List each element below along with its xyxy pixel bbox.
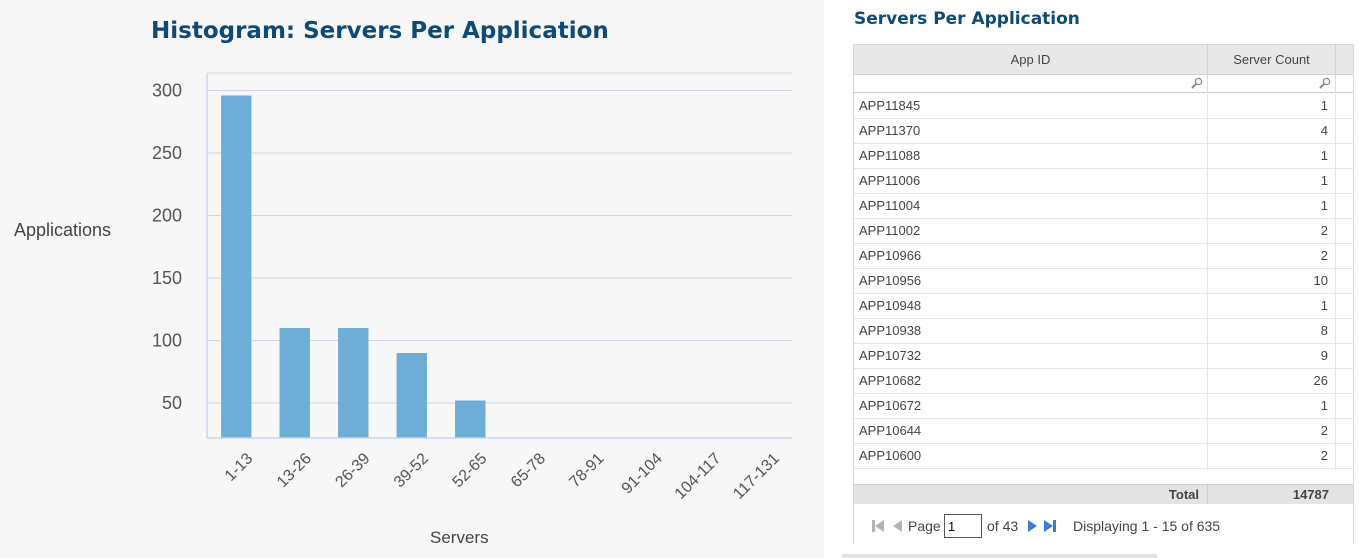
grid-panel: Servers Per Application App ID Server Co…	[842, 0, 1368, 558]
app-id-cell: APP10938	[854, 319, 1208, 343]
histogram-bar[interactable]	[221, 95, 252, 439]
page-count: of 43	[987, 518, 1019, 534]
server-count-cell: 10	[1208, 269, 1336, 293]
x-tick-label: 13-26	[274, 450, 315, 491]
app-id-cell: APP10956	[854, 269, 1208, 293]
table-row[interactable]: APP10644 2	[854, 419, 1353, 444]
server-count-cell: 9	[1208, 344, 1336, 368]
server-count-cell: 1	[1208, 144, 1336, 168]
column-header-app-id[interactable]: App ID	[854, 45, 1208, 75]
filter-cell-server-count	[1208, 75, 1336, 92]
magnifier-icon[interactable]	[1191, 77, 1203, 89]
app-id-cell: APP10644	[854, 419, 1208, 443]
histogram-chart: 50 100 150 200 250 300 1-13 13-26 26-39 39-52 52-6…	[152, 72, 792, 503]
y-tick-label: 250	[152, 143, 182, 163]
table-row[interactable]: APP10938 8	[854, 319, 1353, 344]
table-row[interactable]: APP10600 2	[854, 444, 1353, 469]
app-id-filter-input[interactable]	[854, 75, 1207, 92]
table-row[interactable]: APP10682 26	[854, 369, 1353, 394]
histogram-bar[interactable]	[396, 353, 427, 438]
table-row[interactable]: APP10956 10	[854, 269, 1353, 294]
filter-row	[854, 75, 1353, 93]
server-count-cell: 2	[1208, 219, 1336, 243]
x-tick-label: 52-65	[449, 450, 490, 491]
app-id-cell: APP10966	[854, 244, 1208, 268]
server-count-cell: 1	[1208, 94, 1336, 118]
pagination-toolbar: Page of 43 Displaying 1 - 15 of 635	[854, 504, 1353, 544]
y-tick-label: 300	[152, 81, 182, 101]
histogram-bar[interactable]	[338, 328, 369, 438]
total-label: Total	[854, 485, 1208, 505]
column-header-server-count[interactable]: Server Count	[1208, 45, 1336, 75]
server-count-filter-input[interactable]	[1208, 75, 1335, 92]
app-id-cell: APP11088	[854, 144, 1208, 168]
table-row[interactable]: APP11006 1	[854, 169, 1353, 194]
table-row[interactable]: APP11002 2	[854, 219, 1353, 244]
app-id-cell: APP11002	[854, 219, 1208, 243]
app-id-cell: APP11004	[854, 194, 1208, 218]
magnifier-icon[interactable]	[1319, 77, 1331, 89]
x-tick-label: 78-91	[566, 450, 607, 491]
histogram-panel: Histogram: Servers Per Application Appli…	[0, 0, 824, 558]
servers-grid: App ID Server Count APP11845 1 APP11370 4 AP…	[853, 44, 1354, 544]
x-tick-label: 91-104	[619, 450, 666, 497]
table-row[interactable]: APP11004 1	[854, 194, 1353, 219]
x-tick-label: 39-52	[391, 450, 432, 491]
filter-cell-app-id	[854, 75, 1208, 92]
x-tick-label: 26-39	[332, 450, 373, 491]
table-row[interactable]: APP10672 1	[854, 394, 1353, 419]
y-tick-label: 100	[152, 331, 182, 351]
table-row[interactable]: APP10732 9	[854, 344, 1353, 369]
table-row[interactable]: APP11845 1	[854, 94, 1353, 119]
y-tick-label: 50	[162, 393, 182, 413]
server-count-cell: 2	[1208, 244, 1336, 268]
divider	[842, 554, 1157, 558]
y-tick-label: 200	[152, 206, 182, 226]
x-tick-label: 1-13	[222, 450, 257, 485]
table-row[interactable]: APP11370 4	[854, 119, 1353, 144]
total-value: 14787	[1292, 487, 1329, 502]
table-row[interactable]: APP10948 1	[854, 294, 1353, 319]
grid-body: APP11845 1 APP11370 4 APP11088 1 APP11006 1 APP1…	[854, 94, 1353, 469]
page-label: Page	[908, 518, 941, 534]
app-id-cell: APP10682	[854, 369, 1208, 393]
server-count-cell: 2	[1208, 444, 1336, 468]
app-id-cell: APP10600	[854, 444, 1208, 468]
server-count-cell: 1	[1208, 169, 1336, 193]
app-id-cell: APP10672	[854, 394, 1208, 418]
server-count-cell: 1	[1208, 294, 1336, 318]
first-page-icon[interactable]	[870, 518, 886, 534]
x-tick-label: 117-131	[730, 450, 783, 503]
prev-page-icon[interactable]	[890, 518, 906, 534]
x-tick-label: 65-78	[508, 450, 549, 491]
histogram-bar[interactable]	[279, 328, 310, 438]
server-count-cell: 8	[1208, 319, 1336, 343]
y-tick-label: 150	[152, 268, 182, 288]
total-row: Total 14787	[854, 484, 1353, 505]
app-id-cell: APP10732	[854, 344, 1208, 368]
next-page-icon[interactable]	[1024, 518, 1040, 534]
table-row[interactable]: APP10966 2	[854, 244, 1353, 269]
table-row[interactable]: APP11088 1	[854, 144, 1353, 169]
app-id-cell: APP10948	[854, 294, 1208, 318]
server-count-cell: 4	[1208, 119, 1336, 143]
server-count-cell: 26	[1208, 369, 1336, 393]
histogram-bar[interactable]	[455, 400, 486, 439]
server-count-cell: 2	[1208, 419, 1336, 443]
last-page-icon[interactable]	[1042, 518, 1058, 534]
page-number-input[interactable]	[944, 514, 982, 538]
display-range: Displaying 1 - 15 of 635	[1073, 518, 1221, 534]
server-count-cell: 1	[1208, 194, 1336, 218]
app-id-cell: APP11370	[854, 119, 1208, 143]
server-count-cell: 1	[1208, 394, 1336, 418]
grid-title: Servers Per Application	[854, 9, 1080, 29]
grid-header: App ID Server Count	[854, 45, 1353, 75]
app-id-cell: APP11845	[854, 94, 1208, 118]
x-tick-label: 104-117	[672, 450, 725, 503]
app-id-cell: APP11006	[854, 169, 1208, 193]
